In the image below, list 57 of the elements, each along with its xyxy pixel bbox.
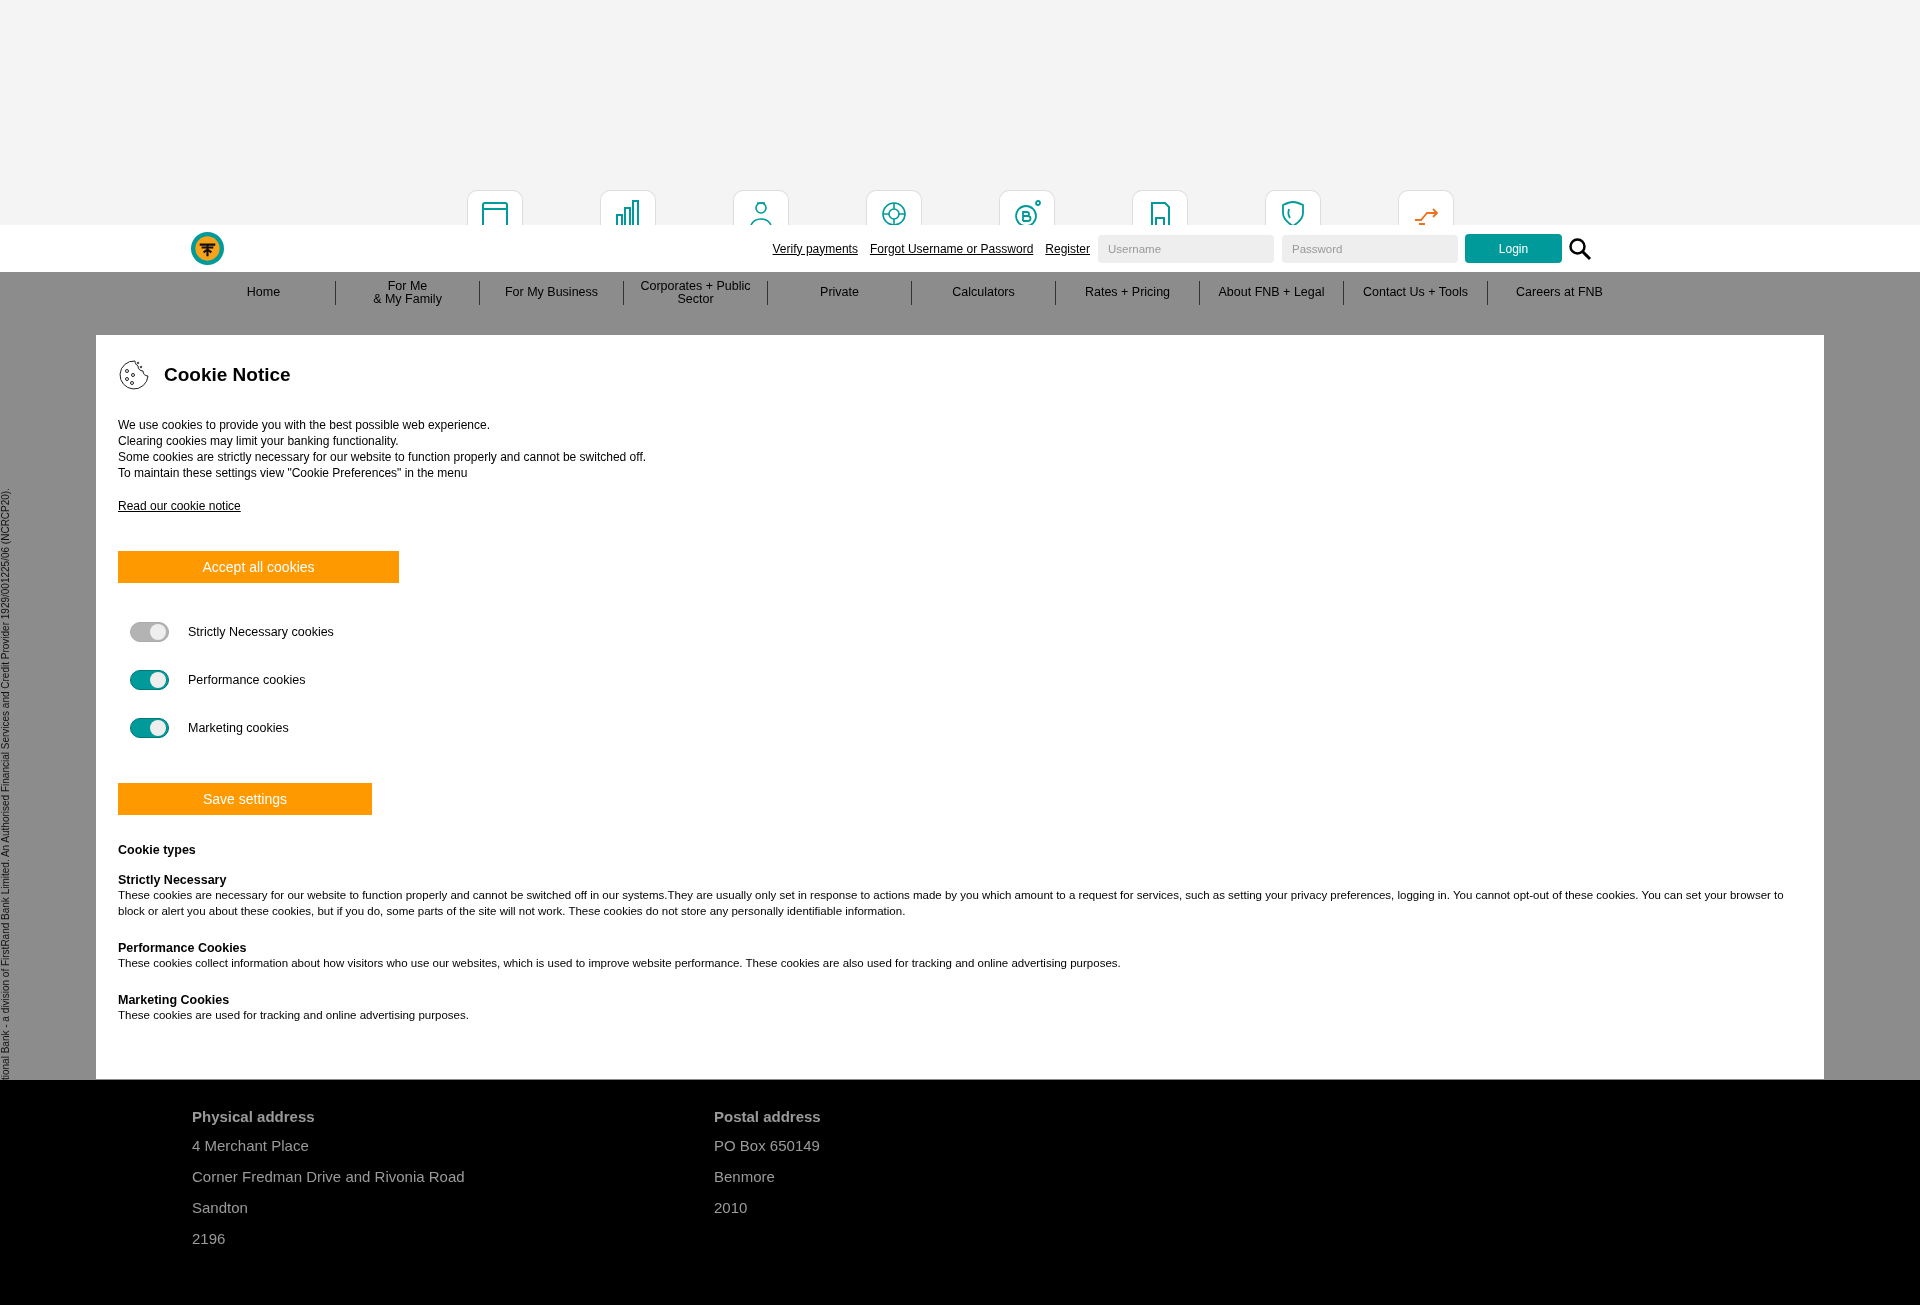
toggle-switch[interactable] bbox=[130, 718, 169, 738]
nav-item[interactable]: Careers at FNB bbox=[1487, 281, 1631, 305]
nav-item[interactable]: Home bbox=[192, 281, 335, 305]
footer-heading: Postal address bbox=[714, 1108, 822, 1125]
section-heading: Cookie types bbox=[118, 843, 197, 857]
quick-link-tile[interactable] bbox=[1397, 190, 1454, 225]
nav-item[interactable]: Calculators bbox=[911, 281, 1055, 305]
nav-item[interactable]: Rates + Pricing bbox=[1055, 281, 1199, 305]
toggle-label: Performance cookies bbox=[188, 673, 306, 687]
nav-item[interactable]: Contact Us + Tools bbox=[1343, 281, 1487, 305]
dialog-title: Cookie Notice bbox=[164, 364, 291, 386]
cookie-icon bbox=[118, 359, 150, 391]
address-line: Benmore bbox=[714, 1167, 776, 1187]
cookie-notice-link[interactable]: Read our cookie notice bbox=[118, 499, 241, 513]
cookie-type-title: Strictly Necessary bbox=[118, 873, 228, 887]
nav-item[interactable]: About FNB + Legal bbox=[1199, 281, 1343, 305]
toggle-switch[interactable] bbox=[130, 670, 169, 690]
quick-link-tile[interactable] bbox=[1131, 190, 1188, 225]
password-field[interactable]: Password bbox=[1282, 234, 1458, 263]
cookie-type-description: These cookies are necessary for our website to function properly and cannot be switched off in our systems.They are usually only set in response to actions made by you which amount to a request for services, such as setting your privacy preferences, logging in. You cannot opt-out of these cookies. You can set your browser to block or alert you about these cookies, but if you do, some parts of the site will not work. These cookies do not store any personally identifiable information. bbox=[118, 888, 1785, 919]
address-line: Sandton bbox=[192, 1198, 249, 1218]
address-line: 2196 bbox=[192, 1229, 227, 1249]
search-icon[interactable] bbox=[1568, 236, 1592, 261]
quick-link-tile[interactable] bbox=[865, 190, 922, 225]
cookie-type-title: Marketing Cookies bbox=[118, 993, 231, 1007]
username-field[interactable]: Username bbox=[1098, 234, 1274, 263]
intro-text: To maintain these settings view "Cookie Preferences" in the menu bbox=[118, 465, 469, 481]
intro-text: We use cookies to provide you with the best possible web experience. bbox=[118, 417, 491, 433]
quick-link-tile[interactable] bbox=[466, 190, 523, 225]
address-line: PO Box 650149 bbox=[714, 1136, 821, 1156]
intro-text: Some cookies are strictly necessary for our website to function properly and cannot be switched off. bbox=[118, 449, 648, 465]
legal-text: tional Bank - a division of FirstRand Bank Limited. An Authorised Financial Services and Credit Provider 1929/001225/06 (NCRCP20). bbox=[0, 487, 12, 1080]
toggle-label: Strictly Necessary cookies bbox=[188, 625, 334, 639]
nav-item[interactable]: For My Business bbox=[479, 281, 623, 305]
header-link[interactable]: Register bbox=[1045, 241, 1090, 256]
nav-item[interactable]: Corporates + Public Sector bbox=[623, 281, 767, 305]
header-link[interactable]: Verify payments bbox=[772, 241, 858, 256]
quick-link-tile[interactable] bbox=[1264, 190, 1321, 225]
address-line: 2010 bbox=[714, 1198, 749, 1218]
nav-item[interactable]: Private bbox=[767, 281, 911, 305]
card-icon bbox=[479, 199, 510, 225]
logo-icon bbox=[190, 231, 225, 266]
nav-item[interactable]: For Me & My Family bbox=[335, 281, 479, 305]
login-button[interactable]: Login bbox=[1465, 234, 1562, 263]
footer-heading: Physical address bbox=[192, 1108, 316, 1125]
header-link[interactable]: Forgot Username or Password bbox=[869, 241, 1034, 256]
quick-link-tile[interactable] bbox=[998, 190, 1055, 225]
address-line: 4 Merchant Place bbox=[192, 1136, 310, 1156]
cookie-type-description: These cookies collect information about how visitors who use our websites, which is used to improve website performance. These cookies are also used for tracking and online advertising purposes. bbox=[118, 956, 1122, 971]
arrows-icon bbox=[1413, 207, 1438, 225]
cookie-type-description: These cookies are used for tracking and online advertising purposes. bbox=[118, 1008, 470, 1023]
quick-link-tile[interactable] bbox=[732, 190, 789, 225]
cookie-type-title: Performance Cookies bbox=[118, 941, 248, 955]
toggle-label: Marketing cookies bbox=[188, 721, 289, 735]
address-line: Corner Fredman Drive and Rivonia Road bbox=[192, 1167, 466, 1187]
intro-text: Clearing cookies may limit your banking functionality. bbox=[118, 433, 400, 449]
quick-link-tile[interactable] bbox=[599, 190, 656, 225]
